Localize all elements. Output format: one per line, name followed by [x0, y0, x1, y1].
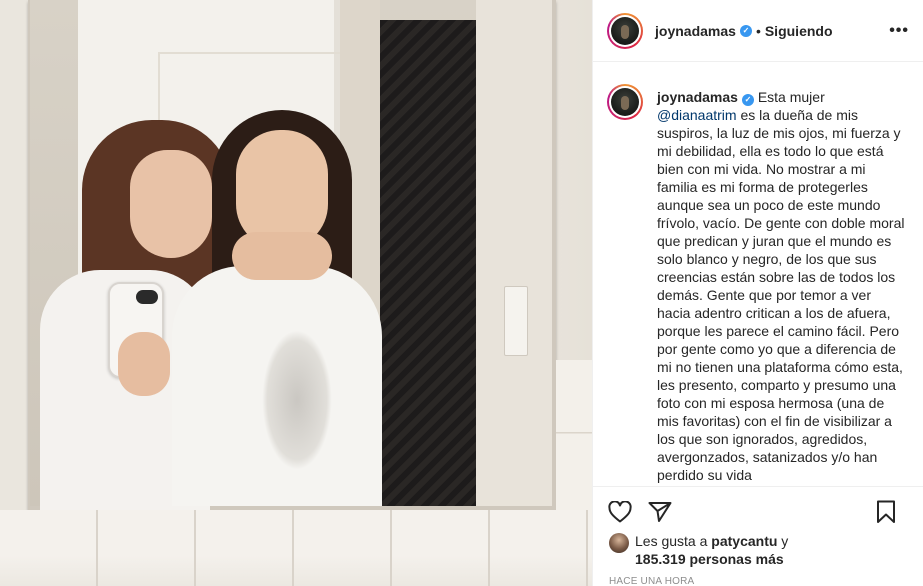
paper-plane-icon[interactable] — [647, 499, 673, 525]
post-photo[interactable] — [0, 0, 593, 586]
caption-text: joynadamas ✓ Esta mujer @dianaatrim es la… — [657, 88, 907, 486]
wall-outlet — [504, 286, 528, 356]
bookmark-icon[interactable] — [873, 499, 899, 525]
username-link[interactable]: joynadamas — [655, 23, 736, 39]
likes-summary: Les gusta a patycantu y 185.319 personas… — [609, 532, 909, 568]
avatar-image — [611, 16, 639, 45]
caption: joynadamas ✓ Esta mujer @dianaatrim es la… — [593, 62, 923, 486]
reflected-wall — [476, 0, 552, 506]
following-button[interactable]: Siguiendo — [765, 23, 833, 39]
post-sidebar: joynadamas ✓ • Siguiendo ••• joynadamas ✓… — [593, 0, 923, 586]
liker-username-link[interactable]: patycantu — [711, 533, 777, 549]
phone-camera — [136, 290, 158, 304]
shower-glass — [380, 20, 476, 506]
wall-tiles — [0, 510, 592, 586]
caption-avatar[interactable] — [607, 84, 643, 120]
liker-avatar[interactable] — [609, 533, 629, 553]
post-header: joynadamas ✓ • Siguiendo ••• — [593, 0, 923, 62]
action-bar — [593, 486, 923, 536]
person-right-hands — [232, 232, 332, 280]
likes-count-link[interactable]: 185.319 personas más — [635, 551, 784, 567]
caption-avatar-image — [611, 88, 639, 116]
person-left-hand — [118, 332, 170, 396]
caption-body: es la dueña de mis suspiros, la luz de m… — [657, 107, 905, 483]
more-options-icon[interactable]: ••• — [889, 22, 909, 40]
likes-text: Les gusta a patycantu y 185.319 personas… — [635, 532, 788, 568]
heart-icon[interactable] — [607, 499, 633, 525]
verified-badge-icon: ✓ — [741, 94, 754, 106]
verified-badge-icon: ✓ — [739, 24, 752, 37]
avatar[interactable] — [607, 12, 643, 49]
caption-avatar-border — [609, 86, 641, 118]
avatar-border — [609, 14, 641, 47]
separator-dot: • — [755, 22, 761, 39]
likes-mid: y — [777, 533, 789, 549]
likes-prefix: Les gusta a — [635, 533, 712, 549]
caption-username-link[interactable]: joynadamas — [657, 89, 738, 105]
post-timestamp[interactable]: HACE UNA HORA — [609, 576, 694, 586]
shirt-print — [262, 330, 332, 470]
mention-link[interactable]: @dianaatrim — [657, 107, 737, 123]
person-left-face — [130, 150, 212, 258]
caption-intro: Esta mujer — [757, 89, 825, 105]
wall-tiles-right — [556, 360, 592, 510]
